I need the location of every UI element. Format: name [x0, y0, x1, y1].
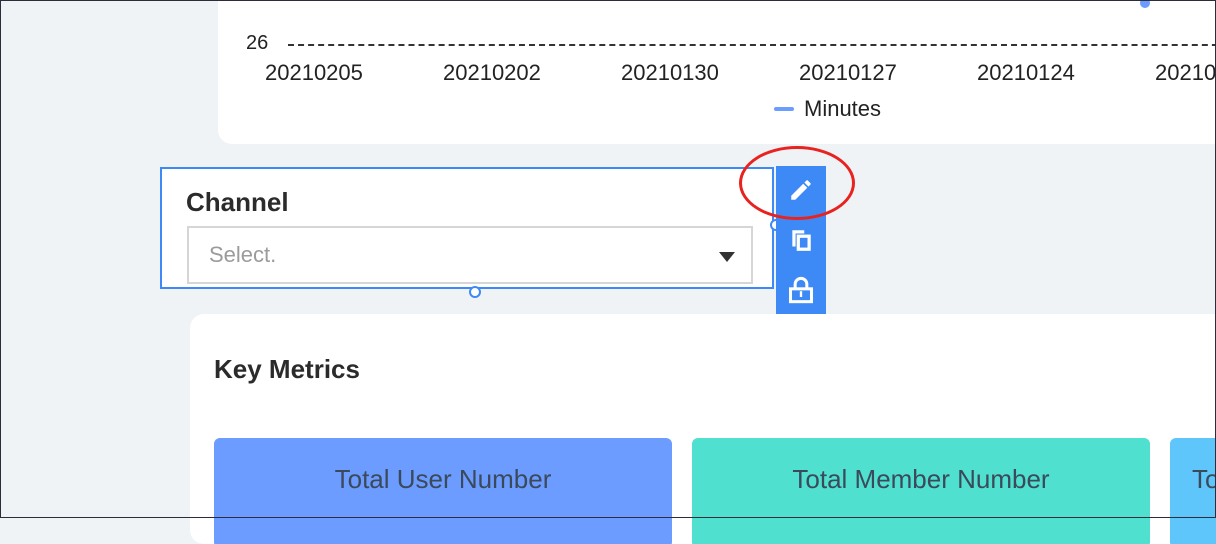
x-axis-tick: 20210130 [621, 60, 719, 85]
lock-button[interactable] [776, 266, 826, 314]
series-point [1140, 0, 1150, 8]
x-axis-tick: 2021012 [1155, 60, 1216, 85]
copy-button[interactable] [776, 216, 826, 264]
x-axis-tick: 20210202 [443, 60, 541, 85]
key-metrics-title: Key Metrics [214, 354, 360, 384]
line-chart-card: 26 20210205 20210202 20210130 20210127 2… [218, 0, 1216, 144]
legend-label: Minutes [804, 96, 882, 121]
resize-handle-bottom[interactable] [469, 286, 481, 298]
metric-tile-partial[interactable]: To [1170, 438, 1216, 544]
x-axis-tick: 20210127 [799, 60, 897, 85]
lock-icon [788, 276, 814, 304]
metric-tile-total-members[interactable]: Total Member Number [692, 438, 1150, 544]
channel-filter-widget[interactable]: Channel Select. [160, 167, 774, 289]
metric-tile-label: Total Member Number [792, 464, 1050, 494]
channel-label: Channel [186, 187, 289, 217]
metric-tile-label: Total User Number [334, 464, 552, 494]
channel-select[interactable]: Select. [187, 226, 753, 284]
legend-swatch [774, 107, 794, 111]
x-axis-tick: 20210205 [265, 60, 363, 85]
key-metrics-card: Key Metrics Total User Number Total Memb… [190, 314, 1216, 544]
x-axis-tick: 20210124 [977, 60, 1075, 85]
select-placeholder: Select. [209, 242, 277, 267]
metric-tile-label: To [1192, 464, 1216, 494]
caret-down-icon[interactable] [719, 252, 735, 262]
metric-tile-total-users[interactable]: Total User Number [214, 438, 672, 544]
highlight-circle [739, 146, 855, 220]
y-axis-tick: 26 [246, 32, 269, 54]
chart-legend[interactable]: Minutes [774, 96, 881, 122]
copy-icon [792, 230, 811, 251]
reference-line [288, 44, 1216, 46]
